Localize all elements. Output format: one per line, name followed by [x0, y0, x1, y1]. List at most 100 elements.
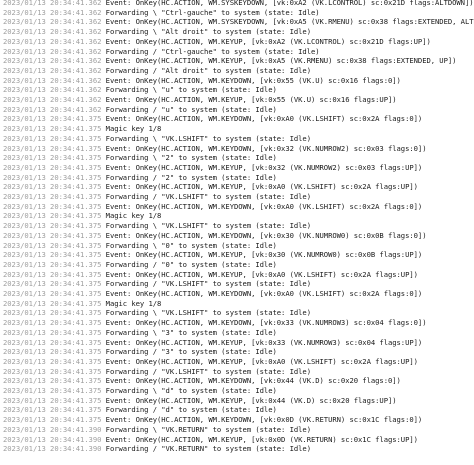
log-line: 2023/01/13 20:34:41.375 Forwarding / "VK… [3, 192, 311, 202]
log-timestamp: 2023/01/13 20:34:41.362 [3, 85, 102, 95]
log-message: Forwarding \ "d" to system (state: Idle) [105, 386, 277, 395]
log-line: 2023/01/13 20:34:41.362 Event: OnKey(HC.… [3, 17, 474, 27]
log-message: Event: OnKey(HC.ACTION, WM.KEYUP, [vk:0x… [105, 56, 457, 66]
log-message: Event: OnKey(HC.ACTION, WM.KEYUP, [vk:0x… [105, 337, 423, 347]
log-message: Forwarding / "Alt droit" to system (stat… [105, 65, 311, 75]
log-line: 2023/01/13 20:34:41.375 Event: OnKey(HC.… [3, 182, 418, 192]
log-line: 2023/01/13 20:34:41.375 Event: OnKey(HC.… [3, 114, 422, 124]
log-timestamp: 2023/01/13 20:34:41.375 [3, 201, 102, 211]
log-line: 2023/01/13 20:34:41.375 Forwarding / "2"… [3, 173, 277, 183]
log-timestamp: 2023/01/13 20:34:41.362 [3, 95, 102, 104]
log-message: Event: OnKey(HC.ACTION, WM.KEYDOWN, [vk:… [105, 289, 423, 298]
log-timestamp: 2023/01/13 20:34:41.375 [3, 221, 102, 231]
log-timestamp: 2023/01/13 20:34:41.375 [3, 269, 102, 279]
log-timestamp: 2023/01/13 20:34:41.375 [3, 318, 102, 328]
log-timestamp: 2023/01/13 20:34:41.375 [3, 259, 102, 269]
log-message: Event: OnKey(HC.ACTION, WM.KEYDOWN, [vk:… [105, 75, 401, 85]
log-message: Forwarding / "VK.LSHIFT" to system (stat… [105, 279, 311, 289]
log-line: 2023/01/13 20:34:41.375 Forwarding \ "2"… [3, 153, 277, 163]
log-message: Event: OnKey(HC.ACTION, WM.KEYDOWN, [vk:… [105, 230, 427, 240]
log-message: Forwarding / "2" to system (state: Idle) [105, 172, 277, 182]
log-message: Forwarding \ "u" to system (state: Idle) [105, 85, 277, 95]
log-line: 2023/01/13 20:34:41.375 Forwarding / "0"… [3, 260, 277, 270]
log-line: 2023/01/13 20:34:41.375 Magic key 1/8 [3, 299, 161, 309]
log-timestamp: 2023/01/13 20:34:41.375 [3, 298, 102, 308]
log-timestamp: 2023/01/13 20:34:41.362 [3, 65, 102, 75]
log-line: 2023/01/13 20:34:41.375 Magic key 1/8 [3, 211, 161, 221]
log-message: Event: OnKey(HC.ACTION, WM.KEYDOWN, [vk:… [105, 318, 427, 328]
log-timestamp: 2023/01/13 20:34:41.375 [3, 124, 102, 134]
log-line: 2023/01/13 20:34:41.375 Event: OnKey(HC.… [3, 289, 422, 299]
log-timestamp: 2023/01/13 20:34:41.390 [3, 444, 102, 454]
log-line: 2023/01/13 20:34:41.375 Forwarding \ "VK… [3, 308, 311, 318]
log-line: 2023/01/13 20:34:41.390 Forwarding \ "VK… [3, 425, 311, 435]
log-message: Event: OnKey(HC.ACTION, WM.KEYUP, [vk:0x… [105, 162, 423, 172]
log-line: 2023/01/13 20:34:41.362 Forwarding \ "Ct… [3, 8, 320, 18]
log-timestamp: 2023/01/13 20:34:41.375 [3, 162, 102, 172]
log-line: 2023/01/13 20:34:41.375 Forwarding \ "VK… [3, 134, 311, 144]
log-message: Event: OnKey(HC.ACTION, WM.KEYUP, [vk:0x… [105, 250, 423, 260]
log-line: 2023/01/13 20:34:41.375 Event: OnKey(HC.… [3, 202, 422, 212]
log-timestamp: 2023/01/13 20:34:41.375 [3, 143, 102, 153]
log-line: 2023/01/13 20:34:41.362 Event: OnKey(HC.… [3, 56, 456, 66]
log-line: 2023/01/13 20:34:41.375 Event: OnKey(HC.… [3, 318, 427, 328]
log-message: Event: OnKey(HC.ACTION, WM.KEYDOWN, [vk:… [105, 201, 423, 211]
log-message: Magic key 1/8 [105, 211, 162, 221]
log-timestamp: 2023/01/13 20:34:41.375 [3, 327, 102, 337]
log-message: Event: OnKey(HC.ACTION, WM.KEYUP, [vk:0x… [105, 395, 397, 405]
log-message: Forwarding / "0" to system (state: Idle) [105, 259, 277, 269]
log-timestamp: 2023/01/13 20:34:41.375 [3, 172, 102, 182]
log-timestamp: 2023/01/13 20:34:41.375 [3, 337, 102, 347]
log-message: Forwarding / "VK.RETURN" to system (stat… [105, 444, 311, 454]
log-line: 2023/01/13 20:34:41.375 Event: OnKey(HC.… [3, 270, 418, 280]
log-timestamp: 2023/01/13 20:34:41.362 [3, 7, 102, 17]
log-line: 2023/01/13 20:34:41.375 Forwarding \ "0"… [3, 241, 277, 251]
log-line: 2023/01/13 20:34:41.362 Event: OnKey(HC.… [3, 37, 431, 47]
log-timestamp: 2023/01/13 20:34:41.375 [3, 114, 102, 124]
log-message: Event: OnKey(HC.ACTION, WM.KEYUP, [vk:0x… [105, 434, 418, 444]
log-timestamp: 2023/01/13 20:34:41.375 [3, 405, 102, 415]
log-line: 2023/01/13 20:34:41.375 Forwarding / "d"… [3, 405, 277, 415]
log-timestamp: 2023/01/13 20:34:41.362 [3, 46, 102, 56]
log-timestamp: 2023/01/13 20:34:41.390 [3, 434, 102, 444]
log-timestamp: 2023/01/13 20:34:41.375 [3, 308, 102, 318]
log-message: Forwarding \ "VK.LSHIFT" to system (stat… [105, 133, 311, 143]
log-message: Event: OnKey(HC.ACTION, WM.KEYUP, [vk:0x… [105, 95, 397, 104]
log-timestamp: 2023/01/13 20:34:41.375 [3, 153, 102, 163]
log-line: 2023/01/13 20:34:41.362 Forwarding / "Al… [3, 66, 311, 76]
log-line: 2023/01/13 20:34:41.362 Forwarding / "u"… [3, 105, 277, 115]
log-message: Forwarding \ "VK.LSHIFT" to system (stat… [105, 221, 311, 231]
log-line: 2023/01/13 20:34:41.390 Forwarding / "VK… [3, 444, 311, 454]
log-timestamp: 2023/01/13 20:34:41.362 [3, 17, 102, 27]
log-message: Forwarding / "Ctrl-gauche" to system (st… [105, 46, 320, 56]
log-line: 2023/01/13 20:34:41.375 Forwarding \ "3"… [3, 328, 277, 338]
log-timestamp: 2023/01/13 20:34:41.375 [3, 250, 102, 260]
log-message: Forwarding / "d" to system (state: Idle) [105, 405, 277, 415]
log-line: 2023/01/13 20:34:41.375 Forwarding \ "VK… [3, 221, 311, 231]
log-timestamp: 2023/01/13 20:34:41.375 [3, 347, 102, 357]
log-timestamp: 2023/01/13 20:34:41.375 [3, 366, 102, 376]
log-timestamp: 2023/01/13 20:34:41.375 [3, 192, 102, 201]
log-line: 2023/01/13 20:34:41.390 Event: OnKey(HC.… [3, 435, 418, 445]
log-line: 2023/01/13 20:34:41.375 Forwarding \ "d"… [3, 386, 277, 396]
log-message: Forwarding / "u" to system (state: Idle) [105, 104, 277, 114]
log-line: 2023/01/13 20:34:41.362 Forwarding \ "u"… [3, 85, 277, 95]
log-message: Event: OnKey(HC.ACTION, WM.KEYUP, [vk:0x… [105, 269, 418, 279]
log-line: 2023/01/13 20:34:41.362 Event: OnKey(HC.… [3, 95, 397, 105]
log-message: Forwarding / "3" to system (state: Idle) [105, 347, 277, 357]
log-line: 2023/01/13 20:34:41.375 Forwarding / "3"… [3, 347, 277, 357]
log-line: 2023/01/13 20:34:41.375 Event: OnKey(HC.… [3, 338, 422, 348]
log-message: Forwarding \ "0" to system (state: Idle) [105, 240, 277, 250]
log-line: 2023/01/13 20:34:41.375 Event: OnKey(HC.… [3, 163, 422, 173]
log-message: Event: OnKey(HC.ACTION, WM.KEYUP, [vk:0x… [105, 36, 431, 46]
log-line: 2023/01/13 20:34:41.362 Event: OnKey(HC.… [3, 76, 401, 86]
log-view[interactable]: 2023/01/13 20:34:41.362 Event: OnKey(HC.… [0, 0, 474, 465]
log-line: 2023/01/13 20:34:41.362 Forwarding / "Ct… [3, 47, 320, 57]
log-message: Forwarding \ "VK.LSHIFT" to system (stat… [105, 308, 311, 318]
log-timestamp: 2023/01/13 20:34:41.375 [3, 386, 102, 395]
log-timestamp: 2023/01/13 20:34:41.375 [3, 240, 102, 250]
log-timestamp: 2023/01/13 20:34:41.362 [3, 104, 102, 114]
log-timestamp: 2023/01/13 20:34:41.375 [3, 133, 102, 143]
log-line: 2023/01/13 20:34:41.375 Event: OnKey(HC.… [3, 415, 422, 425]
log-timestamp: 2023/01/13 20:34:41.362 [3, 0, 102, 7]
